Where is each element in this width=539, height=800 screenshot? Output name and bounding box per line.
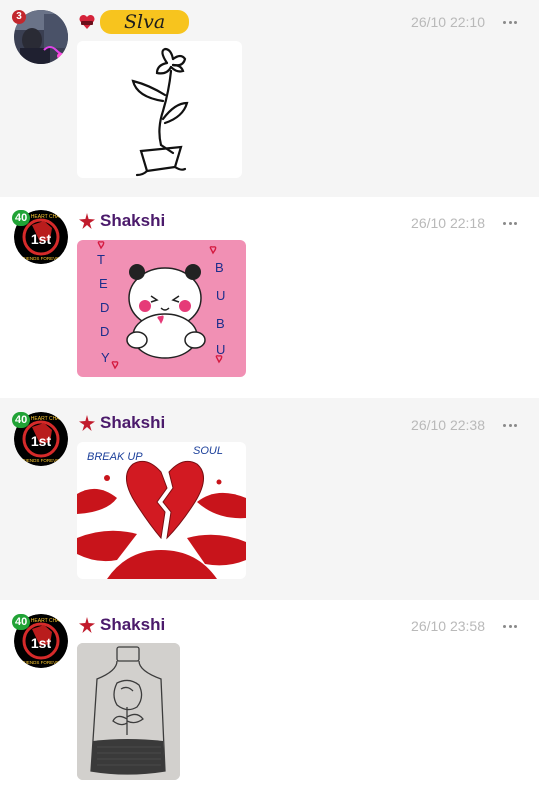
author-row: Shakshi	[78, 209, 165, 233]
author-name[interactable]: Shakshi	[100, 211, 165, 231]
svg-text:U: U	[216, 342, 225, 357]
bottle-sketch	[77, 643, 180, 780]
svg-text:D: D	[100, 324, 109, 339]
svg-text:Y: Y	[101, 350, 110, 365]
author-row: Slva	[78, 10, 190, 34]
feed-post: 3 Slva 26/10 22:10	[0, 0, 539, 197]
broken-heart-drawing: BREAK UP SOUL	[77, 445, 246, 579]
more-horizontal-icon[interactable]	[503, 418, 517, 432]
author-row: Shakshi	[78, 411, 165, 435]
post-timestamp: 26/10 22:10	[411, 14, 485, 30]
post-timestamp: 26/10 22:18	[411, 215, 485, 231]
teddy-bubu-drawing: T E D D Y B U B U	[97, 241, 225, 370]
post-image[interactable]	[77, 643, 180, 780]
author-name[interactable]: Slva	[100, 10, 190, 34]
svg-text:U: U	[216, 288, 225, 303]
post-image[interactable]: T E D D Y B U B U	[77, 240, 246, 377]
more-horizontal-icon[interactable]	[503, 15, 517, 29]
star-rank-icon	[78, 616, 96, 634]
author-row: Shakshi	[78, 613, 165, 637]
svg-text:SOUL: SOUL	[193, 445, 223, 457]
author-name[interactable]: Shakshi	[100, 615, 165, 635]
svg-text:D: D	[100, 300, 109, 315]
post-image[interactable]	[77, 41, 242, 178]
star-rank-icon	[78, 414, 96, 432]
post-image[interactable]: BREAK UP SOUL	[77, 442, 246, 579]
flower-pot-drawing	[131, 47, 189, 177]
svg-text:B: B	[216, 316, 225, 331]
more-horizontal-icon[interactable]	[503, 619, 517, 633]
svg-text:FRIENDS FOREVER: FRIENDS FOREVER	[20, 660, 64, 665]
more-horizontal-icon[interactable]	[503, 216, 517, 230]
feed-post: 40 1st TAH HEART CHAT FRIENDS FOREVER Sh…	[0, 600, 539, 800]
level-badge: 3	[12, 10, 26, 24]
svg-text:FRIENDS FOREVER: FRIENDS FOREVER	[20, 256, 64, 261]
level-badge: 40	[12, 210, 31, 226]
svg-text:1st: 1st	[31, 635, 52, 651]
svg-text:B: B	[215, 260, 224, 275]
author-name[interactable]: Shakshi	[100, 413, 165, 433]
svg-text:FRIENDS FOREVER: FRIENDS FOREVER	[20, 458, 64, 463]
svg-text:BREAK UP: BREAK UP	[87, 451, 143, 463]
post-timestamp: 26/10 23:58	[411, 618, 485, 634]
svg-text:1st: 1st	[31, 231, 52, 247]
star-rank-icon	[78, 212, 96, 230]
svg-text:T: T	[97, 252, 105, 267]
heart-badge-icon	[78, 13, 96, 31]
feed-post: 40 1st TAH HEART CHAT FRIENDS FOREVER Sh…	[0, 197, 539, 398]
feed-post: 40 1st TAH HEART CHAT FRIENDS FOREVER Sh…	[0, 398, 539, 600]
level-badge: 40	[12, 412, 31, 428]
level-badge: 40	[12, 614, 31, 630]
post-timestamp: 26/10 22:38	[411, 417, 485, 433]
svg-text:E: E	[99, 276, 108, 291]
svg-text:1st: 1st	[31, 433, 52, 449]
